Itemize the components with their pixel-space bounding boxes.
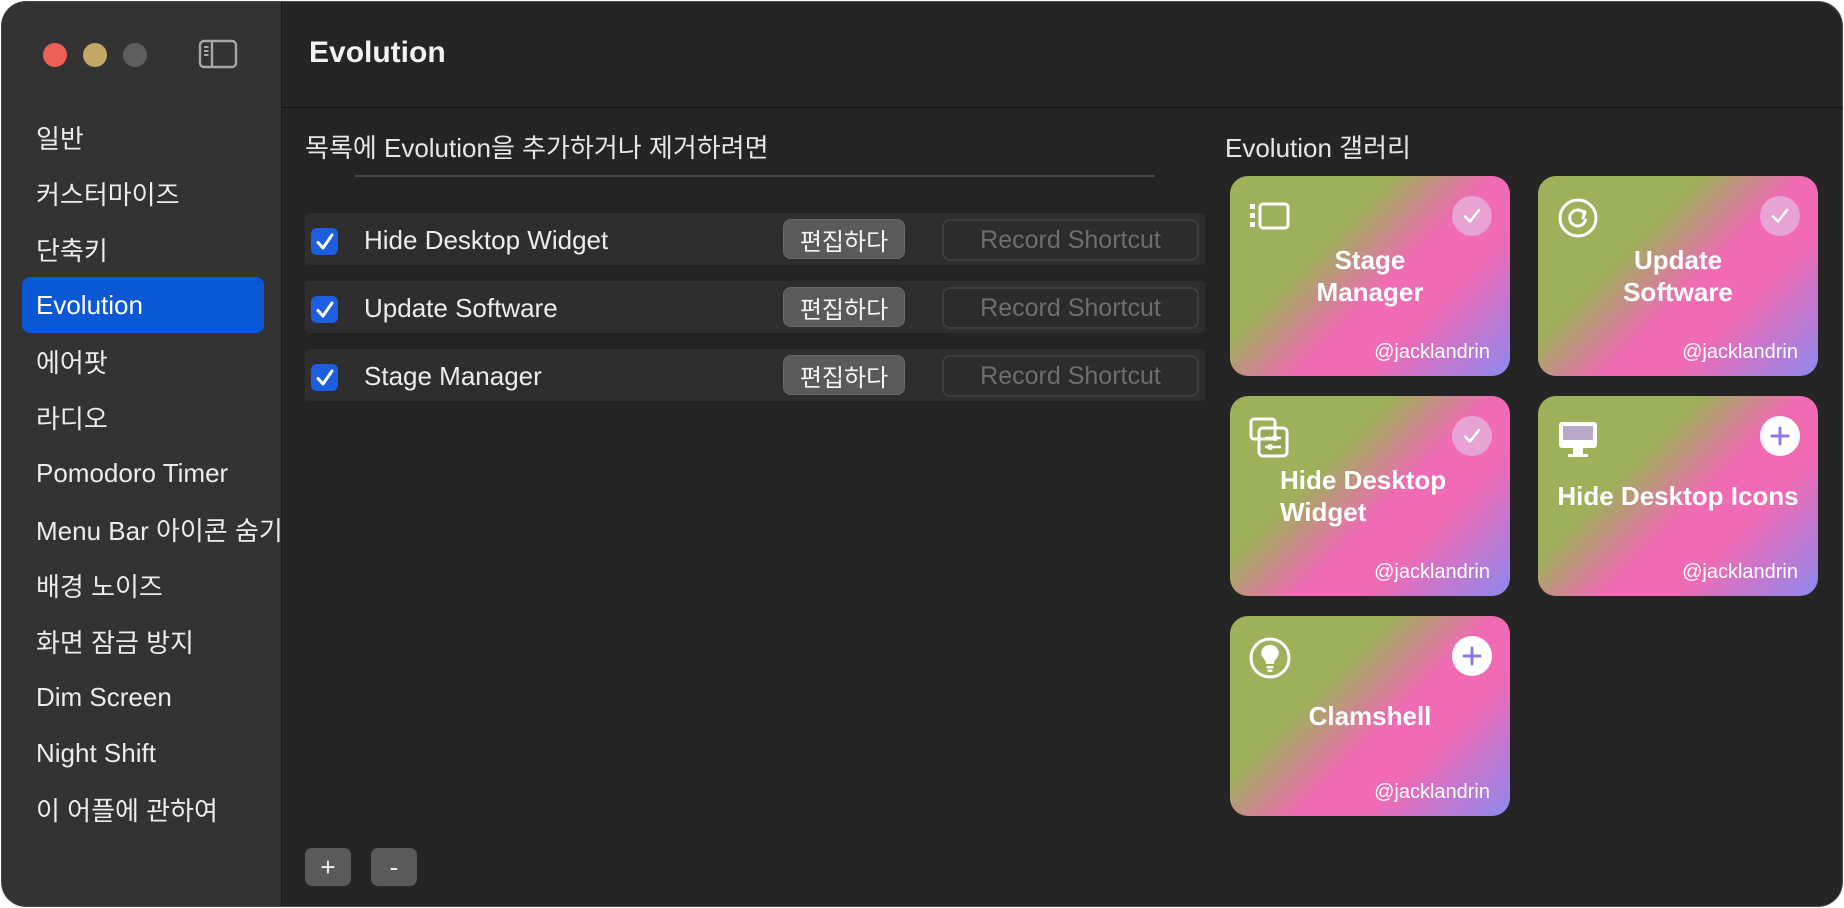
sidebar-item-airpods[interactable]: 에어팟: [22, 333, 284, 389]
enable-checkbox[interactable]: [311, 364, 338, 391]
sidebar-item-shortcuts[interactable]: 단축키: [22, 221, 284, 277]
edit-button[interactable]: 편집하다: [783, 219, 905, 259]
row-label: Update Software: [364, 293, 558, 323]
enable-checkbox[interactable]: [311, 228, 338, 255]
row-label: Stage Manager: [364, 361, 542, 391]
card-author: @jacklandrin: [1374, 781, 1490, 803]
gallery-card-update-software[interactable]: Update Software @jacklandrin: [1538, 176, 1818, 376]
gallery-card-stage-manager[interactable]: Stage Manager @jacklandrin: [1230, 176, 1510, 376]
sidebar-item-general[interactable]: 일반: [22, 109, 284, 165]
sidebar-item-radio[interactable]: 라디오: [22, 389, 284, 445]
evolution-row: Stage Manager 편집하다 Record Shortcut: [305, 349, 1205, 401]
sidebar: 일반 커스터마이즈 단축키 Evolution 에어팟 라디오 Pomodoro…: [2, 2, 284, 906]
sidebar-toggle-icon[interactable]: [198, 38, 238, 70]
record-shortcut-button[interactable]: Record Shortcut: [942, 219, 1199, 261]
close-window-button[interactable]: [43, 43, 67, 67]
gallery-heading: Evolution 갤러리: [1225, 133, 1411, 163]
checkmark-icon: [316, 301, 333, 317]
edit-button[interactable]: 편집하다: [783, 287, 905, 327]
sidebar-item-pomodoro[interactable]: Pomodoro Timer: [22, 445, 284, 501]
card-author: @jacklandrin: [1682, 341, 1798, 363]
record-shortcut-button[interactable]: Record Shortcut: [942, 287, 1199, 329]
checkmark-icon: [316, 369, 333, 385]
gallery-card-hide-desktop-icons[interactable]: Hide Desktop Icons @jacklandrin: [1538, 396, 1818, 596]
sidebar-item-night-shift[interactable]: Night Shift: [22, 725, 284, 781]
sidebar-item-about[interactable]: 이 어플에 관하여: [22, 781, 284, 837]
record-shortcut-button[interactable]: Record Shortcut: [942, 355, 1199, 397]
add-button[interactable]: +: [305, 848, 351, 886]
evolution-row: Update Software 편집하다 Record Shortcut: [305, 281, 1205, 333]
evolution-row: Hide Desktop Widget 편집하다 Record Shortcut: [305, 213, 1205, 265]
minimize-window-button[interactable]: [83, 43, 107, 67]
main-content: Evolution 목록에 Evolution을 추가하거나 제거하려면 Hid…: [283, 2, 1842, 906]
sidebar-item-dim-screen[interactable]: Dim Screen: [22, 669, 284, 725]
enable-checkbox[interactable]: [311, 296, 338, 323]
list-heading: 목록에 Evolution을 추가하거나 제거하려면: [305, 133, 769, 163]
gallery-card-hide-desktop-widget[interactable]: Hide Desktop Widget @jacklandrin: [1230, 396, 1510, 596]
sidebar-item-prevent-lock[interactable]: 화면 잠금 방지: [22, 613, 284, 669]
edit-button[interactable]: 편집하다: [783, 355, 905, 395]
page-title: Evolution: [309, 36, 446, 69]
zoom-window-button[interactable]: [123, 43, 147, 67]
sidebar-nav: 일반 커스터마이즈 단축키 Evolution 에어팟 라디오 Pomodoro…: [22, 109, 284, 837]
app-window: 일반 커스터마이즈 단축키 Evolution 에어팟 라디오 Pomodoro…: [2, 2, 1842, 906]
row-label: Hide Desktop Widget: [364, 225, 609, 255]
remove-button[interactable]: -: [371, 848, 417, 886]
gallery-card-clamshell[interactable]: Clamshell @jacklandrin: [1230, 616, 1510, 816]
sidebar-item-background-noise[interactable]: 배경 노이즈: [22, 557, 284, 613]
card-author: @jacklandrin: [1374, 341, 1490, 363]
sidebar-item-evolution[interactable]: Evolution: [22, 277, 264, 333]
card-author: @jacklandrin: [1682, 561, 1798, 583]
sidebar-item-menubar-icons[interactable]: Menu Bar 아이콘 숨기기: [22, 501, 284, 557]
checkmark-icon: [316, 233, 333, 249]
titlebar: Evolution: [283, 2, 1842, 108]
card-author: @jacklandrin: [1374, 561, 1490, 583]
sidebar-item-customize[interactable]: 커스터마이즈: [22, 165, 284, 221]
divider: [355, 175, 1155, 177]
